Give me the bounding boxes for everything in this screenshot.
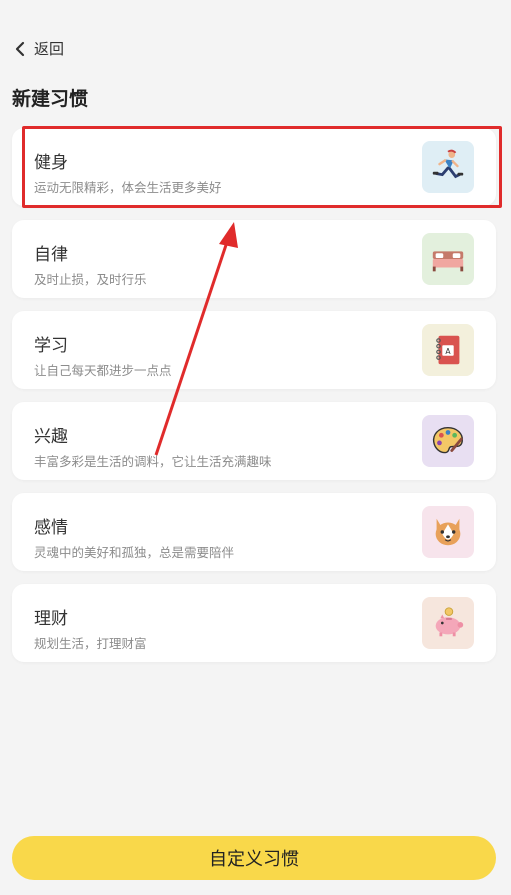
svg-text:A: A — [445, 347, 451, 356]
habit-desc: 灵魂中的美好和孤独，总是需要陪伴 — [34, 545, 235, 560]
habit-name: 兴趣 — [34, 427, 68, 447]
habit-desc: 及时止损，及时行乐 — [34, 272, 147, 287]
habit-card-study[interactable]: 学习 让自己每天都进步一点点 A — [12, 311, 496, 389]
palette-icon — [422, 415, 474, 467]
notebook-icon: A — [422, 324, 474, 376]
habit-desc: 让自己每天都进步一点点 — [34, 363, 172, 378]
custom-habit-button[interactable]: 自定义习惯 — [12, 836, 496, 880]
habit-desc: 丰富多彩是生活的调料，它让生活充满趣味 — [34, 454, 272, 469]
habit-desc: 规划生活，打理财富 — [34, 636, 147, 651]
habit-card-emotion[interactable]: 感情 灵魂中的美好和孤独，总是需要陪伴 — [12, 493, 496, 571]
piggy-bank-icon — [422, 597, 474, 649]
habit-name: 理财 — [34, 609, 68, 629]
habit-name: 自律 — [34, 245, 68, 265]
habit-card-interest[interactable]: 兴趣 丰富多彩是生活的调料，它让生活充满趣味 — [12, 402, 496, 480]
habit-card-self-discipline[interactable]: 自律 及时止损，及时行乐 — [12, 220, 496, 298]
chevron-left-icon — [15, 41, 25, 56]
page-title: 新建习惯 — [12, 88, 89, 110]
annotation-highlight-box — [22, 126, 502, 208]
habit-card-finance[interactable]: 理财 规划生活，打理财富 — [12, 584, 496, 662]
dog-icon — [422, 506, 474, 558]
habit-name: 感情 — [34, 518, 68, 538]
habit-name: 学习 — [34, 336, 68, 356]
back-label: 返回 — [34, 40, 65, 58]
back-button[interactable]: 返回 — [14, 38, 64, 59]
bed-icon — [422, 233, 474, 285]
new-habit-page: 返回 新建习惯 健身 运动无限精彩，体会生活更多美好 自律 及时止损，及时行乐 — [0, 0, 511, 895]
